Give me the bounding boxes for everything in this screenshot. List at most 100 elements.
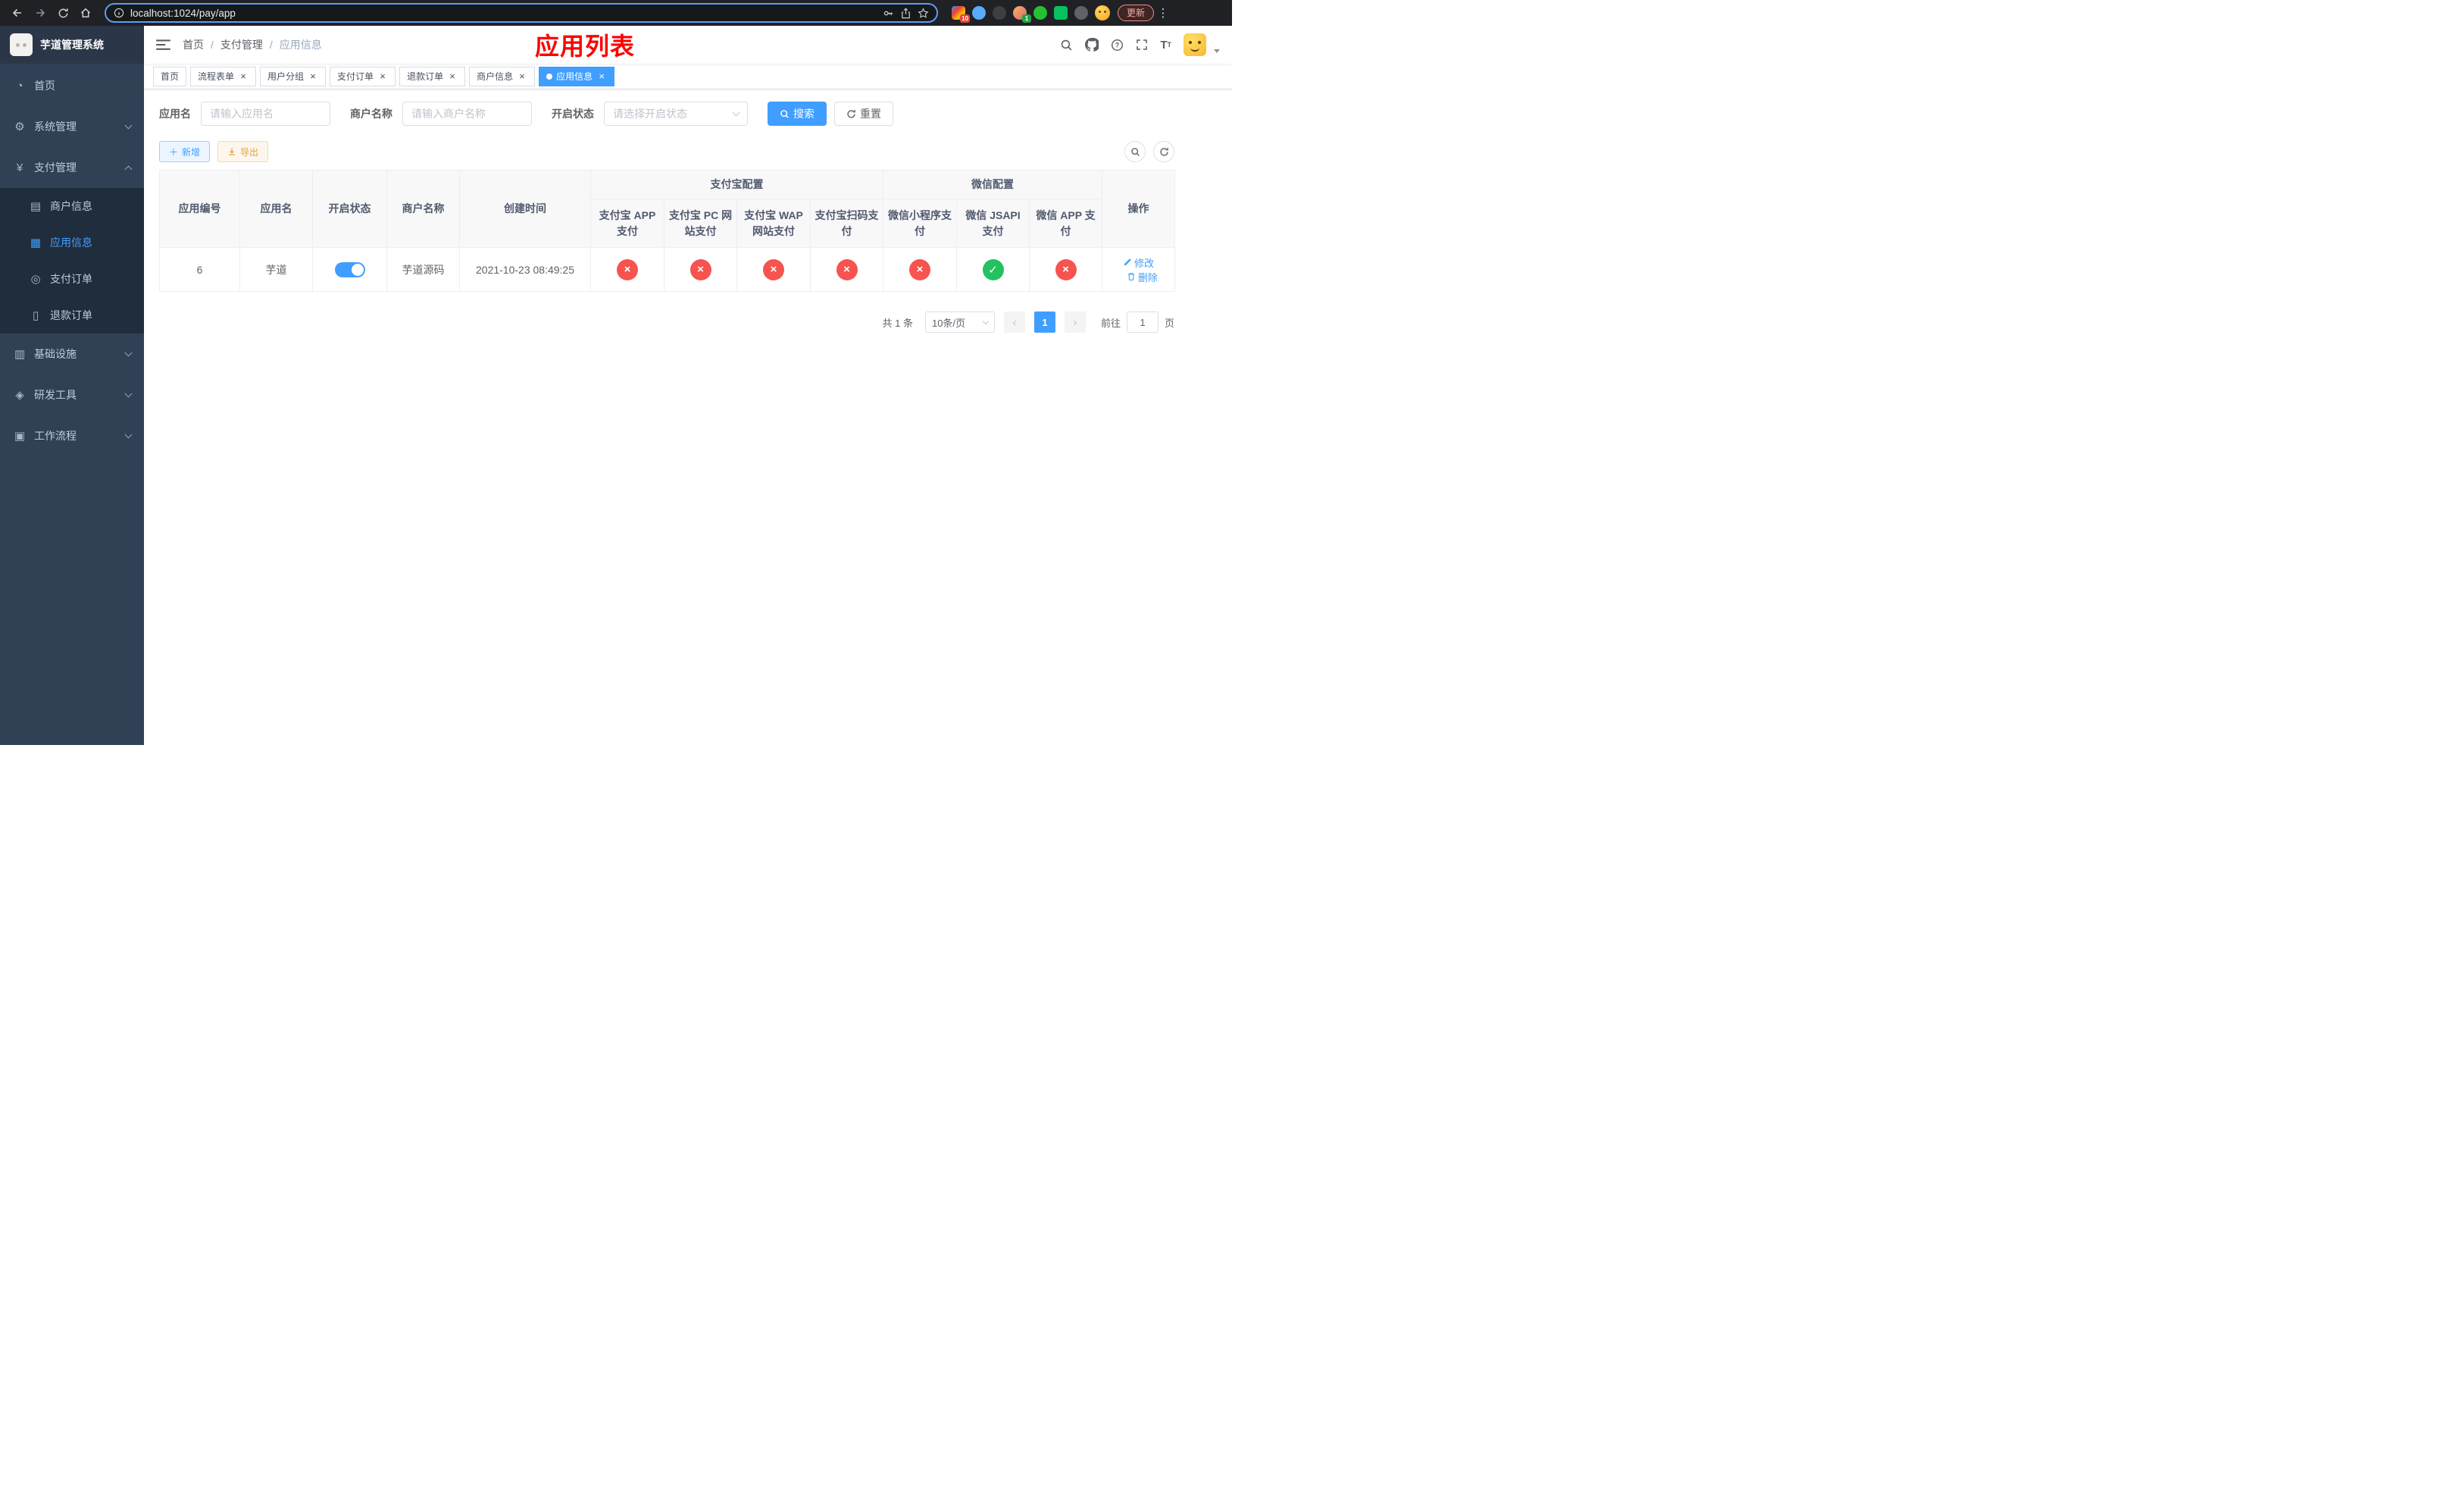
- user-avatar[interactable]: [1184, 33, 1206, 56]
- sidebar-item-system[interactable]: ⚙ 系统管理: [0, 106, 144, 147]
- url-text[interactable]: localhost:1024/pay/app: [130, 8, 877, 19]
- chevron-down-icon: [982, 318, 990, 324]
- sidebar-item-home[interactable]: ◔ 首页: [0, 65, 144, 106]
- search-button[interactable]: 搜索: [768, 102, 827, 126]
- extension-icon-wechat-devtools[interactable]: [1054, 6, 1068, 20]
- extensions-pin-icon[interactable]: [1074, 6, 1088, 20]
- extension-badge-green: 1: [1022, 14, 1031, 23]
- prev-page-button[interactable]: ‹: [1003, 311, 1025, 333]
- col-header-wx-mini: 微信小程序支付: [883, 199, 957, 248]
- export-button[interactable]: 导出: [217, 141, 269, 162]
- browser-menu-icon[interactable]: ⋮: [1157, 6, 1169, 20]
- avatar-caret-icon[interactable]: [1214, 49, 1220, 53]
- current-page-button[interactable]: 1: [1033, 311, 1055, 333]
- sidebar-item-label: 支付管理: [34, 161, 77, 174]
- sidebar-toggle-icon[interactable]: [156, 39, 170, 51]
- main-area: 首页 / 支付管理 / 应用信息 应用列表 ? T T 首页 流程表单 × 用户…: [144, 26, 1232, 745]
- extension-icon-green-circle[interactable]: [1033, 6, 1047, 20]
- navbar-actions: ? TT: [1060, 33, 1220, 56]
- cell-app-name: 芋道: [239, 247, 313, 292]
- browser-back-button[interactable]: [8, 3, 27, 23]
- sidebar-item-dev-tools[interactable]: ◈ 研发工具: [0, 374, 144, 415]
- goto-label: 前往: [1100, 317, 1121, 329]
- col-header-wx-app: 微信 APP 支付: [1028, 199, 1103, 248]
- sidebar-item-merchant-info[interactable]: ▤ 商户信息: [0, 188, 144, 224]
- extension-icon-blue[interactable]: [972, 6, 986, 20]
- reset-button-label: 重置: [860, 108, 881, 120]
- site-info-icon[interactable]: [114, 8, 124, 18]
- group-header-wechat: 微信配置: [882, 170, 1103, 199]
- sidebar-logo[interactable]: 芋道管理系统: [0, 26, 144, 64]
- browser-forward-button[interactable]: [30, 3, 50, 23]
- extension-icon-rainbow[interactable]: 10: [952, 6, 970, 23]
- page-size-select[interactable]: 10条/页: [924, 311, 995, 333]
- bookmark-star-icon[interactable]: [918, 7, 929, 19]
- browser-profile-avatar[interactable]: [1095, 5, 1110, 20]
- tab-label: 商户信息: [477, 71, 514, 82]
- pagination-total: 共 1 条: [882, 317, 913, 329]
- logo-image: [10, 33, 33, 56]
- sidebar-item-payment[interactable]: ¥ 支付管理: [0, 147, 144, 188]
- breadcrumb-current: 应用信息: [279, 39, 322, 51]
- sidebar-item-workflow[interactable]: ▣ 工作流程: [0, 415, 144, 456]
- app-name-input[interactable]: [201, 102, 330, 126]
- font-size-icon[interactable]: TT: [1160, 39, 1171, 52]
- status-select[interactable]: 请选择开启状态: [604, 102, 748, 126]
- plus-icon: ＋: [169, 146, 179, 158]
- close-icon[interactable]: ×: [377, 71, 388, 82]
- breadcrumb-payment[interactable]: 支付管理: [220, 37, 263, 52]
- group-header-alipay: 支付宝配置: [590, 170, 883, 199]
- sidebar-item-infrastructure[interactable]: ▥ 基础设施: [0, 333, 144, 374]
- trash-icon: [1127, 273, 1135, 281]
- close-icon[interactable]: ×: [517, 71, 527, 82]
- refresh-button[interactable]: [1153, 141, 1174, 162]
- active-dot: [546, 73, 553, 80]
- breadcrumb-separator: /: [211, 39, 214, 51]
- tab-user-group[interactable]: 用户分组 ×: [260, 66, 327, 86]
- status-select-placeholder: 请选择开启状态: [613, 108, 687, 120]
- add-button[interactable]: ＋ 新增: [159, 141, 211, 162]
- tab-process-form[interactable]: 流程表单 ×: [190, 66, 257, 86]
- breadcrumb-home[interactable]: 首页: [183, 37, 204, 52]
- sidebar-item-label: 支付订单: [50, 273, 92, 285]
- help-icon[interactable]: ?: [1111, 39, 1124, 52]
- col-header-alipay-app: 支付宝 APP 支付: [590, 199, 664, 248]
- close-icon[interactable]: ×: [238, 71, 249, 82]
- tab-label: 退款订单: [407, 71, 444, 82]
- browser-update-button[interactable]: 更新: [1118, 5, 1155, 21]
- chevron-down-icon: [124, 390, 133, 398]
- fullscreen-icon[interactable]: [1136, 39, 1148, 51]
- status-toggle[interactable]: [334, 261, 365, 277]
- sidebar-item-app-info[interactable]: ▦ 应用信息: [0, 224, 144, 261]
- edit-link[interactable]: 修改: [1123, 255, 1154, 270]
- share-icon[interactable]: [900, 7, 911, 19]
- tab-refund-order[interactable]: 退款订单 ×: [399, 66, 466, 86]
- delete-link[interactable]: 删除: [1127, 270, 1158, 284]
- address-bar[interactable]: localhost:1024/pay/app: [105, 3, 938, 23]
- sidebar-item-refund-order[interactable]: ▯ 退款订单: [0, 297, 144, 333]
- wx-app-status-icon: ×: [1055, 258, 1077, 280]
- chevron-down-icon: [124, 430, 133, 439]
- col-header-merchant: 商户名称: [386, 170, 460, 248]
- chevron-up-icon: [124, 165, 133, 173]
- browser-home-button[interactable]: [76, 3, 95, 23]
- extension-icon-orange[interactable]: 1: [1013, 6, 1031, 23]
- sidebar-item-pay-order[interactable]: ◎ 支付订单: [0, 261, 144, 297]
- next-page-button[interactable]: ›: [1064, 311, 1086, 333]
- reset-button[interactable]: 重置: [834, 102, 893, 126]
- tab-pay-order[interactable]: 支付订单 ×: [330, 66, 396, 86]
- tab-app-info[interactable]: 应用信息 ×: [539, 66, 615, 86]
- toggle-search-button[interactable]: [1124, 141, 1146, 162]
- password-key-icon[interactable]: [883, 8, 894, 19]
- close-icon[interactable]: ×: [308, 71, 318, 82]
- search-icon[interactable]: [1060, 39, 1073, 52]
- tab-merchant-info[interactable]: 商户信息 ×: [469, 66, 536, 86]
- extension-icon-dark[interactable]: [993, 6, 1006, 20]
- close-icon[interactable]: ×: [447, 71, 458, 82]
- goto-page-input[interactable]: [1126, 311, 1159, 333]
- close-icon[interactable]: ×: [596, 71, 607, 82]
- tab-home[interactable]: 首页: [153, 66, 187, 86]
- browser-reload-button[interactable]: [53, 3, 73, 23]
- merchant-name-input[interactable]: [402, 102, 532, 126]
- github-icon[interactable]: [1085, 38, 1099, 52]
